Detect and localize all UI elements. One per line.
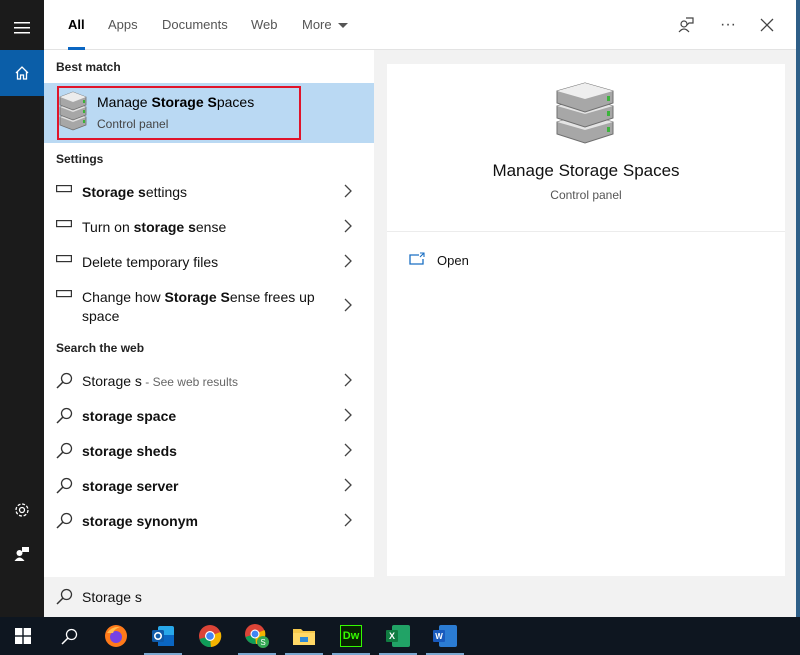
search-tabs: All Apps Documents Web More ···	[44, 0, 796, 50]
search-icon	[56, 407, 73, 424]
settings-panel-icon	[56, 290, 72, 298]
taskbar-dreamweaver[interactable]: Dw	[328, 617, 374, 655]
chevron-right-icon	[344, 298, 352, 312]
search-web-heading: Search the web	[56, 341, 145, 355]
chrome-icon	[199, 625, 222, 648]
firefox-icon	[105, 625, 127, 647]
word-icon: W	[433, 625, 457, 647]
feedback-button[interactable]	[674, 13, 698, 37]
chevron-right-icon	[344, 513, 352, 527]
web-result-item[interactable]: storage space	[44, 399, 374, 433]
chevron-down-icon	[337, 23, 348, 29]
chevron-right-icon	[344, 443, 352, 457]
settings-item[interactable]: Delete temporary files	[44, 245, 374, 279]
preview-header: Manage Storage Spaces Control panel	[387, 64, 785, 232]
web-result-item[interactable]: storage synonym	[44, 504, 374, 538]
best-match-subtitle: Control panel	[97, 117, 169, 131]
more-options-button[interactable]: ···	[716, 13, 740, 37]
best-match-item[interactable]: Manage Storage Spaces Control panel	[44, 83, 374, 143]
windows-start-icon	[15, 628, 31, 644]
chevron-right-icon	[344, 219, 352, 233]
feedback-icon	[678, 17, 694, 33]
tab-web[interactable]: Web	[239, 0, 290, 50]
preview-subtitle: Control panel	[550, 188, 622, 202]
settings-heading: Settings	[56, 152, 104, 166]
web-result-item[interactable]: storage sheds	[44, 434, 374, 468]
taskbar-excel[interactable]: X	[375, 617, 421, 655]
hamburger-icon	[14, 22, 30, 34]
web-result-item[interactable]: Storage s - See web results	[44, 364, 374, 398]
search-icon	[56, 512, 73, 529]
taskbar-search-button[interactable]	[46, 617, 92, 655]
taskbar-file-explorer[interactable]	[281, 617, 327, 655]
search-input[interactable]	[82, 589, 682, 605]
tab-all[interactable]: All	[56, 0, 97, 50]
storage-spaces-icon	[556, 82, 614, 144]
chevron-right-icon	[344, 254, 352, 268]
storage-spaces-icon	[59, 91, 87, 131]
outlook-icon	[152, 626, 174, 646]
home-button[interactable]	[0, 50, 44, 96]
excel-icon: X	[386, 625, 410, 647]
svg-text:S: S	[260, 638, 265, 647]
taskbar-outlook[interactable]	[140, 617, 186, 655]
search-box[interactable]	[44, 577, 796, 617]
menu-button[interactable]	[0, 4, 44, 52]
chevron-right-icon	[344, 478, 352, 492]
search-icon	[56, 477, 73, 494]
settings-item[interactable]: Turn on storage sense	[44, 210, 374, 244]
preview-title: Manage Storage Spaces	[492, 161, 680, 180]
preview-pane: Manage Storage Spaces Control panel Open	[387, 64, 785, 576]
settings-button[interactable]	[0, 486, 44, 534]
best-match-heading: Best match	[56, 60, 121, 74]
feedback-hub-button[interactable]	[0, 530, 44, 578]
search-icon	[56, 588, 73, 605]
settings-panel-icon	[56, 220, 72, 228]
close-button[interactable]	[755, 13, 779, 37]
home-icon	[15, 66, 29, 80]
taskbar-chrome-profile[interactable]: S	[234, 617, 280, 655]
desktop-edge	[796, 0, 800, 617]
taskbar-word[interactable]: W	[422, 617, 468, 655]
folder-icon	[293, 629, 315, 645]
start-rail	[0, 0, 44, 617]
settings-item[interactable]: Change how Storage Sense frees up space	[44, 280, 374, 330]
settings-item[interactable]: Storage settings	[44, 175, 374, 209]
web-result-item[interactable]: storage server	[44, 469, 374, 503]
open-window-icon	[409, 252, 425, 265]
taskbar: S Dw X W	[0, 617, 800, 655]
tab-documents[interactable]: Documents	[150, 0, 240, 50]
chrome-profile-icon: S	[245, 624, 269, 648]
search-panel: All Apps Documents Web More ··· Best mat…	[44, 0, 796, 617]
taskbar-chrome[interactable]	[187, 617, 233, 655]
search-icon	[56, 442, 73, 459]
settings-panel-icon	[56, 185, 72, 193]
search-icon	[60, 628, 77, 645]
search-icon	[56, 372, 73, 389]
chevron-right-icon	[344, 408, 352, 422]
results-list: Best match Manage Storage Spaces Control…	[44, 50, 374, 577]
settings-panel-icon	[56, 255, 72, 263]
tab-apps[interactable]: Apps	[96, 0, 150, 50]
chevron-right-icon	[344, 373, 352, 387]
taskbar-firefox[interactable]	[93, 617, 139, 655]
start-button[interactable]	[0, 617, 46, 655]
gear-icon	[15, 503, 29, 517]
ellipsis-icon: ···	[720, 16, 736, 33]
best-match-title: Manage Storage Spaces	[97, 94, 255, 110]
tab-more[interactable]: More	[290, 0, 360, 50]
dreamweaver-icon: Dw	[340, 625, 362, 647]
feedback-hub-icon	[14, 547, 29, 561]
close-icon	[760, 18, 774, 32]
chevron-right-icon	[344, 184, 352, 198]
